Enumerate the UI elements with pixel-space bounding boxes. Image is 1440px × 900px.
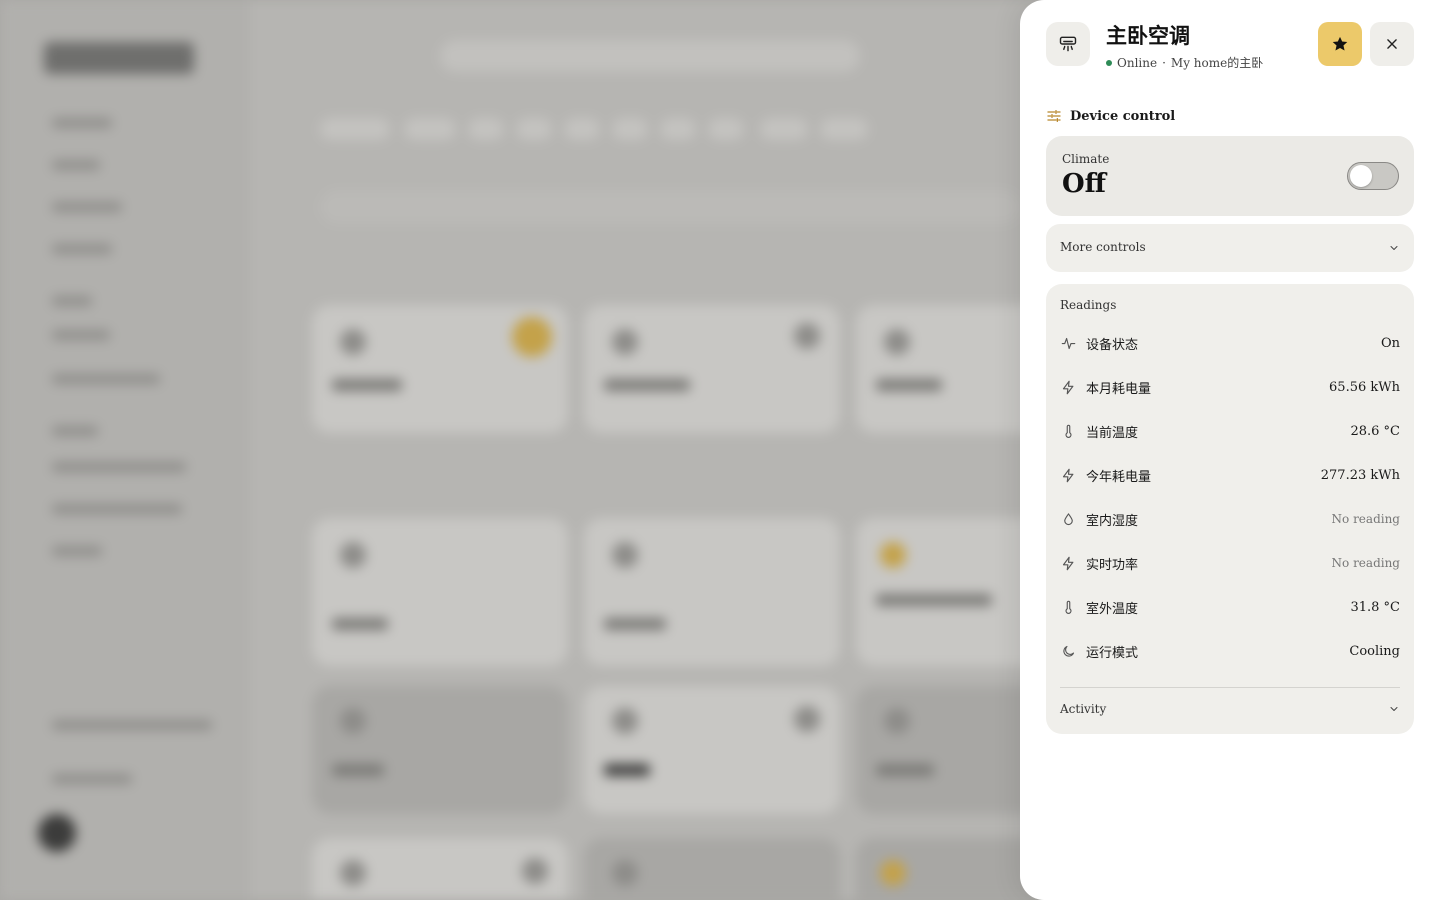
reading-name: 设备状态	[1086, 337, 1139, 353]
thermometer-icon	[1064, 424, 1072, 438]
backdrop-tab	[564, 118, 600, 140]
backdrop-filter-bar	[320, 190, 1020, 224]
device-detail-drawer: 主卧空调 Online · My home的主卧 Device control …	[1020, 0, 1440, 900]
activity-icon	[1061, 337, 1075, 349]
bolt-icon	[1062, 468, 1073, 482]
reading-name: 实时功率	[1086, 557, 1139, 573]
bolt-icon	[1062, 556, 1073, 570]
star-icon	[1332, 36, 1348, 51]
backdrop-nav-item	[52, 426, 98, 436]
backdrop-nav-item	[52, 774, 132, 784]
device-title: 主卧空调	[1106, 24, 1190, 48]
backdrop-nav-item	[52, 118, 112, 128]
backdrop-nav-item	[52, 546, 102, 556]
reading-value: On	[1380, 335, 1400, 351]
backdrop-search	[440, 40, 860, 72]
close-icon	[1387, 39, 1397, 49]
readings-divider	[1060, 687, 1400, 688]
reading-value: Cooling	[1349, 643, 1400, 659]
backdrop-nav-item	[52, 202, 122, 212]
backdrop-card	[312, 838, 568, 900]
device-control-heading: Device control	[1046, 108, 1175, 124]
climate-card: Climate Off	[1046, 136, 1414, 216]
reading-row: 运行模式 Cooling	[1060, 640, 1400, 662]
reading-name: 室外温度	[1086, 601, 1139, 617]
reading-name: 本月耗电量	[1086, 381, 1152, 397]
reading-row: 实时功率 No reading	[1060, 552, 1400, 574]
bolt-icon	[1062, 380, 1073, 394]
backdrop-nav-item	[52, 330, 110, 340]
reading-value: 65.56 kWh	[1329, 379, 1400, 395]
reading-row: 当前温度 28.6 °C	[1060, 420, 1400, 442]
reading-row: 设备状态 On	[1060, 332, 1400, 354]
backdrop-tab	[660, 118, 696, 140]
reading-value: No reading	[1331, 512, 1400, 526]
backdrop-card	[584, 686, 840, 814]
favorite-button[interactable]	[1318, 22, 1362, 66]
air-conditioner-icon	[1059, 36, 1077, 52]
reading-row: 室内湿度 No reading	[1060, 508, 1400, 530]
backdrop-nav-item	[52, 244, 112, 254]
chevron-down-icon	[1390, 246, 1398, 250]
backdrop-card	[312, 305, 568, 433]
backdrop-avatar	[38, 814, 76, 852]
reading-name: 室内湿度	[1086, 513, 1139, 529]
readings-card: Readings 设备状态 On 本月耗电量 65.56 kWh 当前温度 28…	[1046, 284, 1414, 734]
backdrop-nav-item	[52, 296, 92, 306]
device-subtitle: Online · My home的主卧	[1106, 54, 1263, 71]
activity-label: Activity	[1060, 702, 1107, 716]
backdrop-card	[584, 838, 840, 900]
backdrop-tab	[404, 118, 456, 140]
reading-value: 31.8 °C	[1350, 599, 1400, 615]
backdrop-card	[312, 686, 568, 814]
thermometer-icon	[1064, 600, 1072, 614]
reading-name: 今年耗电量	[1086, 469, 1152, 485]
more-controls-expander[interactable]: More controls	[1046, 224, 1414, 272]
close-button[interactable]	[1370, 22, 1414, 66]
subtitle-separator: ·	[1162, 55, 1166, 70]
reading-value: 28.6 °C	[1350, 423, 1400, 439]
device-control-title: Device control	[1070, 108, 1176, 124]
sliders-icon	[1047, 110, 1061, 122]
backdrop-card	[584, 305, 840, 433]
backdrop-logo	[44, 42, 194, 74]
device-icon-tile	[1046, 22, 1090, 66]
more-controls-label: More controls	[1060, 240, 1146, 254]
device-location: My home的主卧	[1170, 56, 1264, 70]
backdrop-nav-item	[52, 160, 100, 170]
reading-name: 当前温度	[1086, 425, 1139, 441]
backdrop-nav-item	[52, 374, 160, 384]
backdrop-nav-item	[52, 462, 186, 472]
toggle-knob	[1350, 165, 1372, 187]
backdrop-nav-item	[52, 720, 212, 730]
reading-value: 277.23 kWh	[1320, 467, 1400, 483]
backdrop-sidebar	[0, 0, 250, 900]
climate-state: Off	[1062, 169, 1106, 199]
chevron-down-icon	[1390, 707, 1398, 711]
backdrop-card	[584, 518, 840, 666]
backdrop-tab	[516, 118, 552, 140]
backdrop-nav-item	[52, 504, 182, 514]
backdrop-tab	[760, 118, 808, 140]
climate-label: Climate	[1062, 152, 1110, 166]
backdrop-tab	[820, 118, 868, 140]
backdrop-tab	[468, 118, 504, 140]
online-status-dot	[1106, 59, 1112, 66]
reading-name: 运行模式	[1086, 645, 1139, 661]
reading-row: 今年耗电量 277.23 kWh	[1060, 464, 1400, 486]
reading-row: 本月耗电量 65.56 kWh	[1060, 376, 1400, 398]
backdrop-tab	[320, 118, 390, 140]
backdrop-tab	[612, 118, 648, 140]
droplet-icon	[1063, 512, 1073, 525]
device-status: Online	[1117, 55, 1158, 70]
reading-value: No reading	[1331, 556, 1400, 570]
reading-row: 室外温度 31.8 °C	[1060, 596, 1400, 618]
backdrop-tab	[708, 118, 744, 140]
climate-power-toggle[interactable]	[1347, 162, 1399, 190]
moon-icon	[1062, 645, 1074, 657]
backdrop-card	[312, 518, 568, 666]
readings-title: Readings	[1060, 298, 1117, 312]
activity-expander[interactable]: Activity	[1060, 696, 1400, 722]
